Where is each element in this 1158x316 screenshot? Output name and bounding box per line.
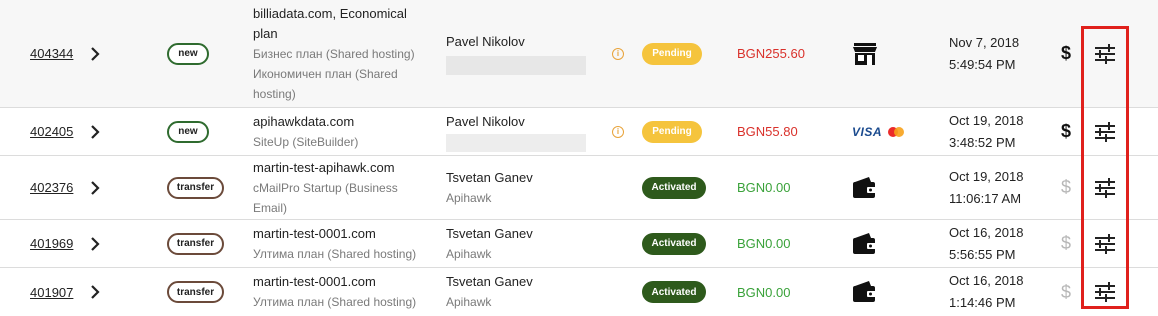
order-type-badge: transfer [167,281,224,303]
service-plan: Бизнес план (Shared hosting) [253,46,415,61]
service-plan: SiteUp (SiteBuilder) [253,134,359,149]
order-time: 3:48:52 PM [949,134,1016,150]
dollar-icon[interactable]: $ [1061,233,1071,254]
service-domain: apihawkdata.com [253,113,355,129]
order-amount: BGN55.80 [737,124,798,139]
customer-company-placeholder [446,56,586,75]
order-amount: BGN0.00 [737,180,791,195]
wallet-icon [852,156,922,219]
order-date: Oct 19, 2018 [949,168,1024,184]
order-id-link[interactable]: 401907 [30,285,73,300]
order-id-link[interactable]: 402405 [30,124,73,139]
wallet-icon [852,220,922,267]
order-type-badge: transfer [167,232,224,255]
customer-name: Pavel Nikolov [446,113,525,129]
customer-name: Tsvetan Ganev [446,169,533,185]
dollar-icon[interactable]: $ [1061,43,1071,64]
service-domain: martin-test-0001.com [253,225,376,241]
chevron-right-icon[interactable] [90,108,110,155]
status-badge: Activated [642,232,706,255]
table-row: 401969 transfer martin-test-0001.com Улт… [0,220,1158,268]
order-type-badge: new [167,42,209,65]
order-type-badge: new [167,120,209,143]
order-date: Nov 7, 2018 [949,34,1020,50]
service-plan: Ултима план (Shared hosting) [253,246,417,261]
customer-name: Tsvetan Ganev [446,225,533,241]
order-time: 11:06:17 AM [949,190,1022,206]
card-icons: VISA [852,108,922,155]
orders-table: 404344 new billiadata.com, Economical pl… [0,0,1158,310]
service-domain: martin-test-apihawk.com [253,159,395,175]
customer-company-placeholder [446,133,586,152]
order-id-link[interactable]: 401969 [30,236,73,251]
order-time: 5:49:54 PM [949,56,1016,72]
order-date: Oct 19, 2018 [949,112,1024,128]
chevron-right-icon[interactable] [90,156,110,219]
table-row: 404344 new billiadata.com, Economical pl… [0,0,1158,108]
service-domain: billiadata.com, Economical plan [253,5,407,41]
status-badge: Pending [642,120,702,143]
order-id-link[interactable]: 404344 [30,46,73,61]
customer-company: Apihawk [446,295,492,309]
customer-name: Tsvetan Ganev [446,274,533,289]
service-plan: cMailPro Startup (Business Email) [253,180,398,215]
chevron-right-icon[interactable] [90,220,110,267]
order-amount: BGN0.00 [737,284,791,300]
order-time: 1:14:46 PM [949,295,1016,310]
tune-settings-icon[interactable] [1093,0,1117,107]
service-plan: Икономичен план (Shared hosting) [253,66,398,101]
dollar-icon[interactable]: $ [1061,177,1071,198]
table-row: 402405 new apihawkdata.com SiteUp (SiteB… [0,108,1158,156]
table-row: 402376 transfer martin-test-apihawk.com … [0,156,1158,220]
customer-name: Pavel Nikolov [446,34,525,49]
dollar-icon[interactable]: $ [1061,121,1071,142]
storefront-icon [852,0,922,107]
service-plan: Ултима план (Shared hosting) [253,295,417,309]
info-icon[interactable]: i [612,125,624,138]
customer-company: Apihawk [446,190,492,205]
tune-settings-icon[interactable] [1093,108,1117,155]
tune-settings-icon[interactable] [1093,156,1117,219]
order-date: Oct 16, 2018 [949,273,1024,288]
order-amount: BGN0.00 [737,236,791,251]
visa-icon: VISA [852,124,883,139]
order-date: Oct 16, 2018 [949,224,1024,240]
customer-company: Apihawk [446,246,492,261]
order-id-link[interactable]: 402376 [30,180,73,195]
status-badge: Pending [642,42,702,65]
service-domain: martin-test-0001.com [253,274,376,289]
info-icon[interactable]: i [612,47,624,60]
status-badge: Activated [642,176,706,199]
mastercard-icon [888,126,908,138]
order-time: 5:56:55 PM [949,246,1016,262]
status-badge: Activated [642,281,706,303]
order-type-badge: transfer [167,176,224,199]
dollar-icon[interactable]: $ [1061,282,1071,303]
order-amount: BGN255.60 [737,46,805,61]
tune-settings-icon[interactable] [1093,220,1117,267]
chevron-right-icon[interactable] [90,0,110,107]
